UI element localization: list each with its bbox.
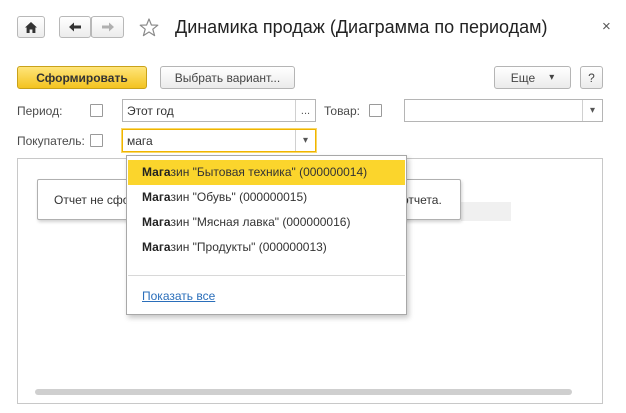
dropdown-item[interactable]: Магазин "Бытовая техника" (000000014)	[128, 160, 405, 185]
back-arrow-icon	[69, 22, 81, 32]
dropdown-item-match: Мага	[142, 165, 171, 179]
product-field[interactable]: ▾	[404, 99, 603, 122]
horizontal-scrollbar[interactable]	[35, 389, 572, 395]
chevron-down-icon: ▾	[302, 135, 309, 146]
period-select-button[interactable]: ...	[295, 100, 315, 121]
help-button[interactable]: ?	[580, 66, 603, 89]
home-button[interactable]	[17, 16, 45, 38]
buyer-label: Покупатель:	[17, 134, 85, 148]
buyer-value: мага	[127, 134, 153, 148]
dropdown-divider	[128, 275, 405, 276]
buyer-autocomplete-dropdown: Магазин "Бытовая техника" (000000014) Ма…	[126, 155, 407, 315]
dropdown-item-rest: зин "Мясная лавка" (000000016)	[170, 215, 351, 229]
dropdown-item-match: Мага	[142, 215, 171, 229]
back-button[interactable]	[59, 16, 91, 38]
favorite-star-icon[interactable]	[139, 18, 159, 37]
show-all-link[interactable]: Показать все	[142, 289, 215, 303]
report-notice-text-start: Отчет не сфо	[54, 193, 130, 207]
choose-variant-button[interactable]: Выбрать вариант...	[160, 66, 295, 89]
product-label: Товар:	[324, 104, 360, 118]
dropdown-item[interactable]: Магазин "Обувь" (000000015)	[128, 185, 405, 210]
chevron-down-icon: ▾	[549, 72, 555, 83]
buyer-dropdown-button[interactable]: ▾	[295, 130, 315, 151]
more-button-label: Еще	[510, 70, 536, 85]
report-notice-text-end: отчета.	[402, 193, 442, 207]
dropdown-item-match: Мага	[142, 190, 171, 204]
report-placeholder-strip	[461, 202, 511, 221]
buyer-checkbox[interactable]	[90, 134, 103, 147]
dropdown-item-rest: зин "Бытовая техника" (000000014)	[170, 165, 368, 179]
more-button[interactable]: Еще ▾	[494, 66, 571, 89]
period-checkbox[interactable]	[90, 104, 103, 117]
close-icon[interactable]: ×	[602, 18, 611, 35]
forward-button[interactable]	[91, 16, 124, 38]
home-icon	[25, 21, 37, 33]
period-label: Период:	[17, 104, 63, 118]
product-checkbox[interactable]	[369, 104, 382, 117]
forward-arrow-icon	[101, 22, 114, 32]
dropdown-item-rest: зин "Обувь" (000000015)	[170, 190, 308, 204]
generate-button[interactable]: Сформировать	[17, 66, 147, 89]
dropdown-item-rest: зин "Продукты" (000000013)	[170, 240, 327, 254]
period-field[interactable]: Этот год ...	[122, 99, 316, 122]
dropdown-item-match: Мага	[142, 240, 171, 254]
page-title: Динамика продаж (Диаграмма по периодам)	[175, 17, 548, 37]
dropdown-item[interactable]: Магазин "Мясная лавка" (000000016)	[128, 210, 405, 235]
dropdown-item[interactable]: Магазин "Продукты" (000000013)	[128, 235, 405, 260]
chevron-down-icon: ▾	[589, 105, 596, 116]
buyer-input[interactable]: мага ▾	[122, 129, 316, 152]
period-value: Этот год	[127, 104, 174, 118]
product-dropdown-button[interactable]: ▾	[582, 100, 602, 121]
